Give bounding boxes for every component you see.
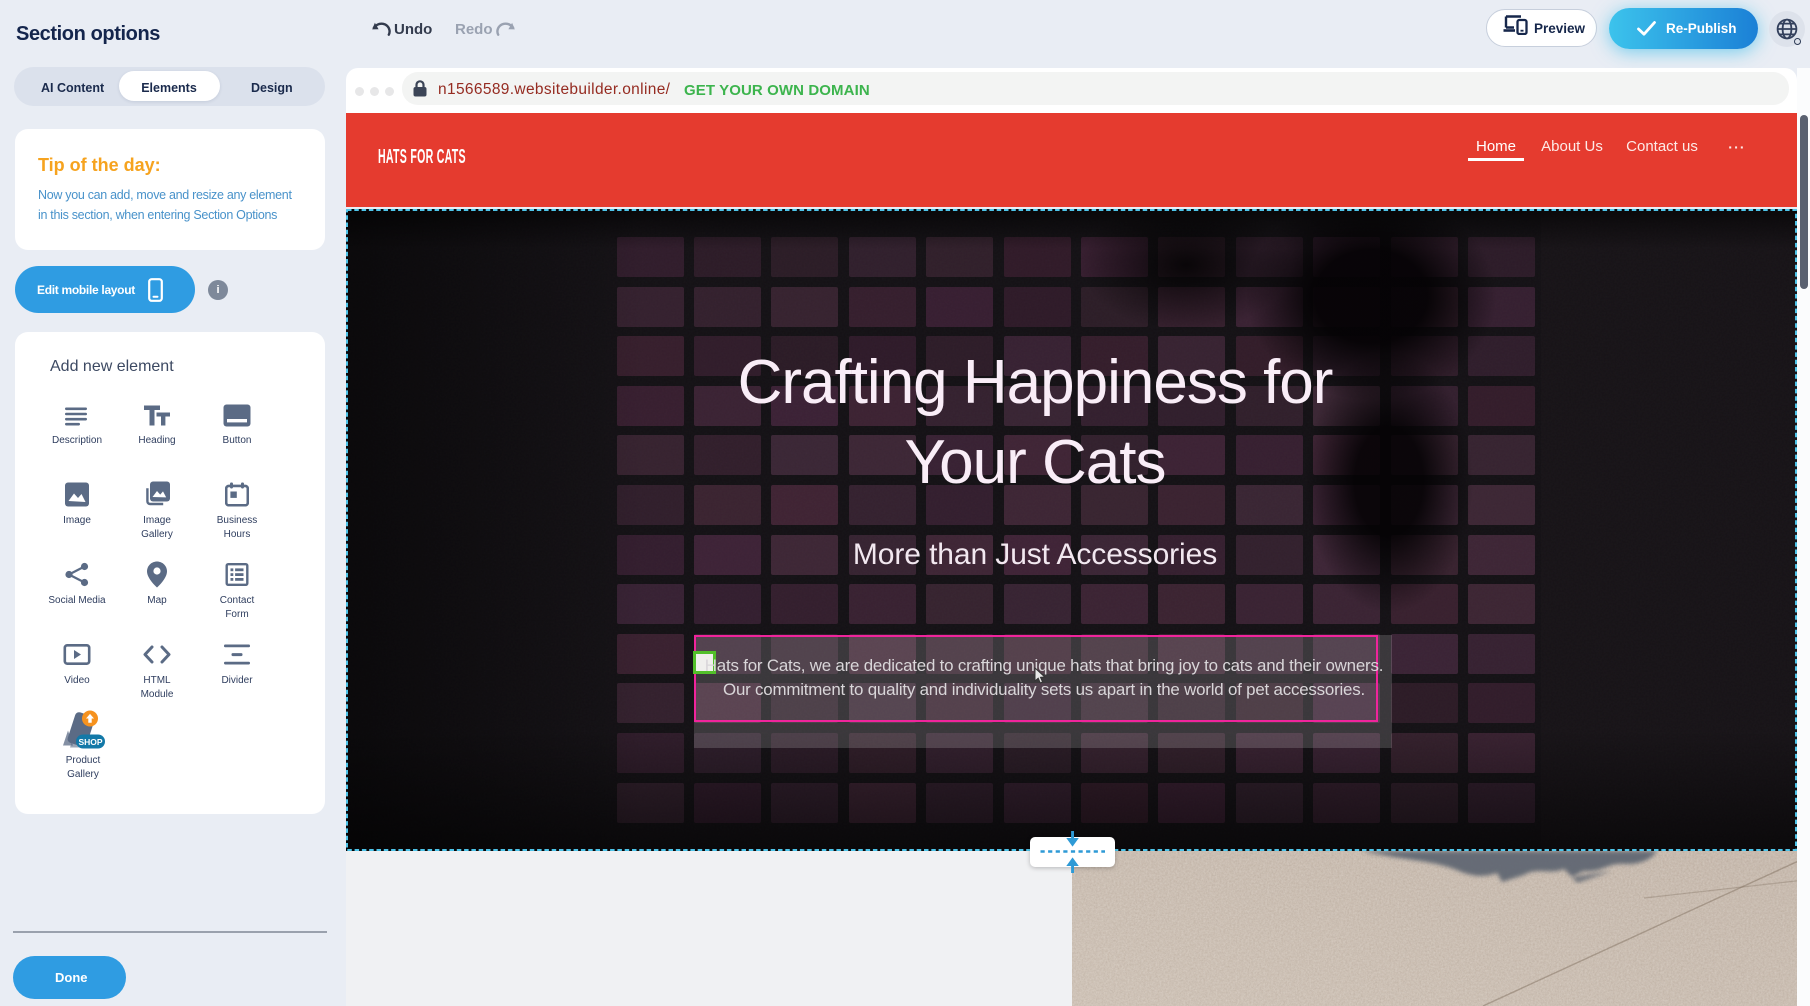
svg-text:SHOP: SHOP <box>78 737 102 747</box>
